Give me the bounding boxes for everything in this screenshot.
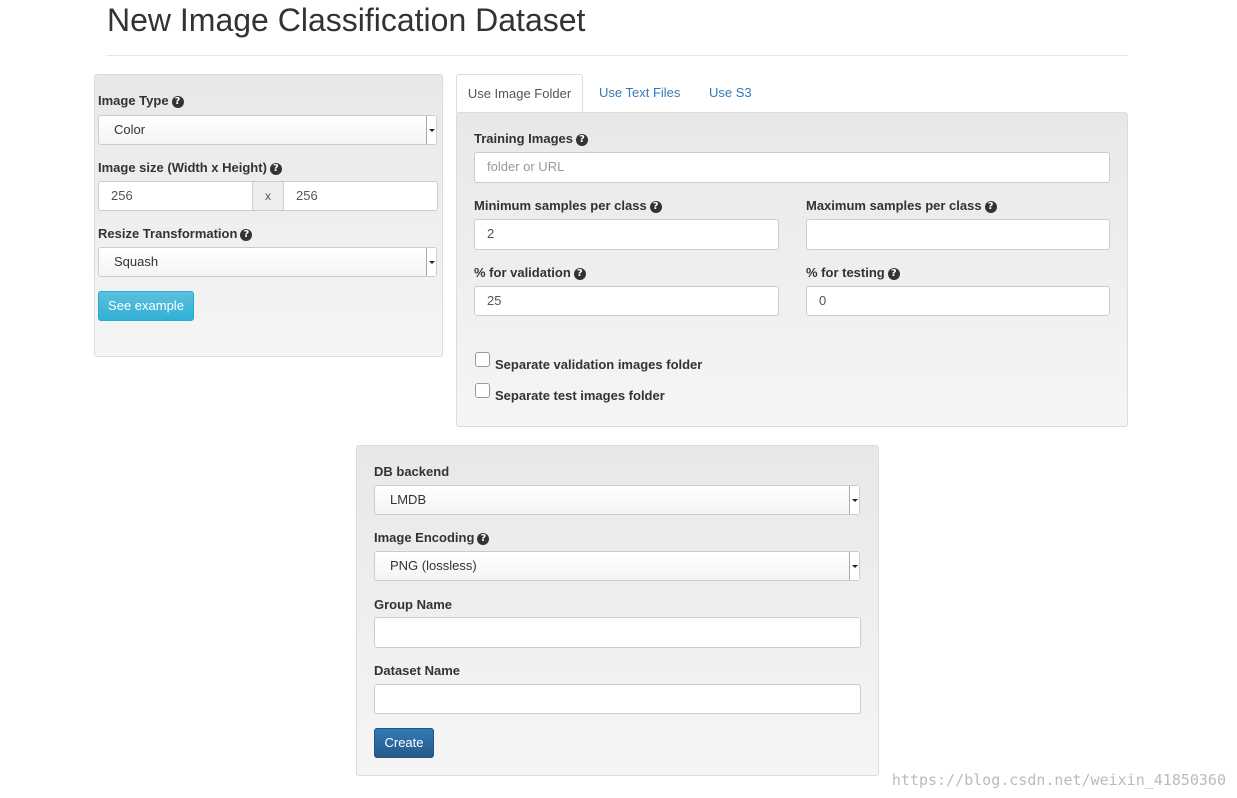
tab-use-text-files[interactable]: Use Text Files [599, 85, 680, 101]
chevron-down-icon [849, 486, 859, 514]
size-separator: x [252, 181, 284, 211]
tab-use-s3[interactable]: Use S3 [709, 85, 752, 101]
testing-percent-input[interactable]: 0 [806, 286, 1110, 316]
validation-percent-input[interactable]: 25 [474, 286, 779, 316]
help-icon[interactable]: ? [477, 533, 490, 545]
watermark: https://blog.csdn.net/weixin_41850360 [891, 771, 1226, 789]
min-samples-label: Minimum samples per class? [474, 198, 662, 214]
help-icon[interactable]: ? [573, 268, 586, 280]
image-type-label: Image Type? [98, 93, 184, 109]
help-icon[interactable]: ? [575, 134, 588, 146]
max-samples-label: Maximum samples per class? [806, 198, 997, 214]
help-icon[interactable]: ? [269, 163, 282, 175]
resize-transformation-select[interactable]: Squash [98, 247, 437, 277]
training-images-label: Training Images? [474, 131, 588, 147]
image-width-input[interactable]: 256 [98, 181, 253, 211]
image-encoding-select[interactable]: PNG (lossless) [374, 551, 860, 581]
chevron-down-icon [426, 248, 436, 276]
image-encoding-label: Image Encoding? [374, 530, 490, 546]
dataset-name-input[interactable] [374, 684, 861, 714]
create-button[interactable]: Create [374, 728, 434, 758]
db-backend-select[interactable]: LMDB [374, 485, 860, 515]
see-example-button[interactable]: See example [98, 291, 194, 321]
validation-percent-label: % for validation? [474, 265, 586, 281]
help-icon[interactable]: ? [240, 229, 253, 241]
resize-transformation-label: Resize Transformation? [98, 226, 253, 242]
image-type-select[interactable]: Color [98, 115, 437, 145]
group-name-input[interactable] [374, 617, 861, 648]
page-title: New Image Classification Dataset [107, 2, 586, 38]
group-name-label: Group Name [374, 597, 453, 612]
separate-validation-checkbox[interactable] [475, 352, 490, 367]
title-divider [107, 55, 1128, 56]
separate-validation-label: Separate validation images folder [495, 357, 703, 372]
separate-test-label: Separate test images folder [495, 388, 665, 403]
testing-percent-label: % for testing? [806, 265, 900, 281]
tab-use-image-folder[interactable]: Use Image Folder [456, 74, 583, 113]
help-icon[interactable]: ? [887, 268, 900, 280]
help-icon[interactable]: ? [649, 201, 662, 213]
help-icon[interactable]: ? [171, 96, 184, 108]
separate-test-checkbox[interactable] [475, 383, 490, 398]
chevron-down-icon [426, 116, 436, 144]
chevron-down-icon [849, 552, 859, 580]
dataset-name-label: Dataset Name [374, 663, 460, 678]
image-size-label: Image size (Width x Height)? [98, 160, 282, 176]
max-samples-input[interactable] [806, 219, 1110, 250]
min-samples-input[interactable]: 2 [474, 219, 779, 250]
help-icon[interactable]: ? [984, 201, 997, 213]
training-images-input[interactable]: folder or URL [474, 152, 1110, 183]
db-backend-label: DB backend [374, 464, 450, 479]
image-height-input[interactable]: 256 [283, 181, 438, 211]
